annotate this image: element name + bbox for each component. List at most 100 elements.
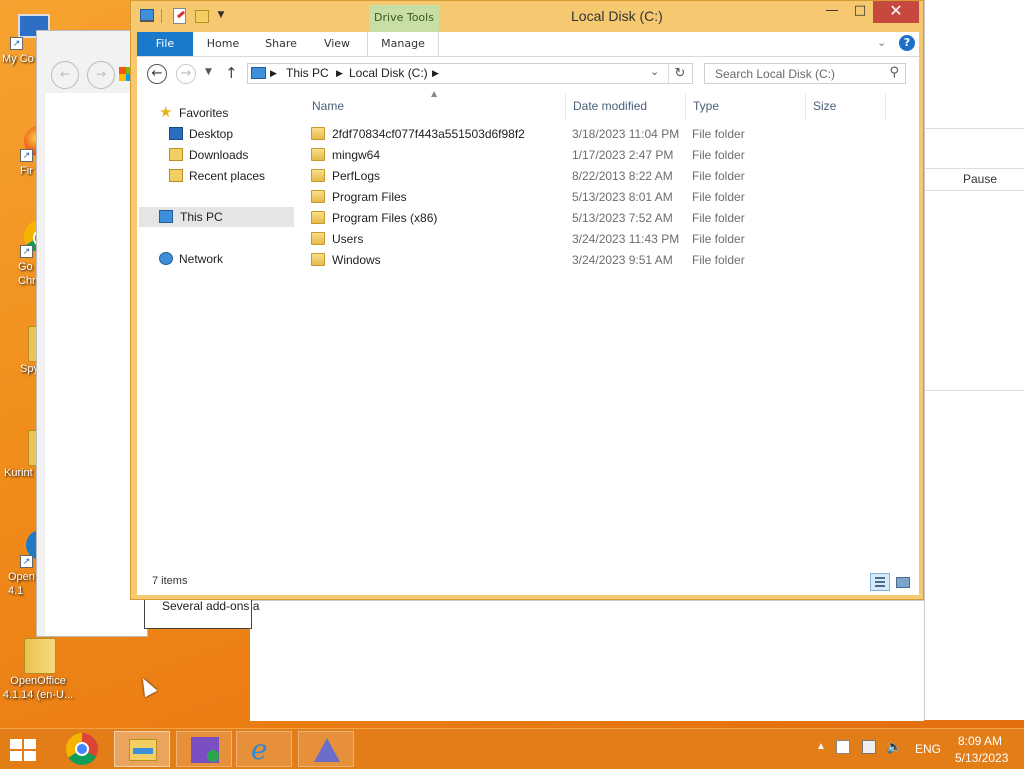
explorer-app-icon[interactable] [139, 7, 155, 23]
start-button[interactable] [6, 735, 40, 763]
properties-icon[interactable] [171, 7, 187, 24]
table-row[interactable]: mingw64 1/17/2023 2:47 PM File folder [309, 145, 909, 166]
new-folder-icon[interactable] [193, 7, 209, 23]
addons-text: Several add-ons a [162, 599, 260, 613]
nav-label: This PC [180, 210, 223, 224]
large-icons-view-icon[interactable] [892, 573, 912, 591]
explorer-content: ← → ▼ ↑ ▶ This PC ▶ Local Disk (C:) ▶ ⌄ … [137, 57, 919, 595]
column-separator[interactable] [565, 94, 566, 120]
nav-label: Desktop [189, 127, 234, 141]
expand-ribbon-chevron-icon[interactable]: ⌄ [877, 36, 886, 49]
help-icon[interactable]: ? [899, 35, 915, 51]
file-name: Program Files (x86) [332, 211, 438, 225]
column-header-size[interactable]: Size [813, 99, 836, 119]
taskbar-app[interactable] [298, 731, 354, 767]
table-row[interactable]: Users 3/24/2023 11:43 PM File folder [309, 229, 909, 250]
mouse-cursor-icon [136, 674, 158, 698]
back-arrow-icon[interactable]: ← [147, 64, 167, 84]
address-dropdown-chevron-icon[interactable]: ⌄ [650, 65, 659, 78]
file-type: File folder [692, 253, 745, 267]
background-window-right: Pause [924, 0, 1024, 720]
recent-locations-chevron-icon[interactable]: ▼ [205, 67, 212, 77]
breadcrumb-local-disk[interactable]: Local Disk (C:) [349, 66, 428, 80]
column-header-type[interactable]: Type [693, 99, 719, 119]
file-type: File folder [692, 127, 745, 141]
language-indicator[interactable]: ENG [915, 742, 941, 756]
network-status-icon[interactable] [862, 740, 876, 754]
search-input[interactable] [713, 66, 887, 82]
file-type: File folder [692, 148, 745, 162]
title-bar[interactable]: ▼ Drive Tools Local Disk (C:) — □ ✕ [131, 1, 923, 32]
breadcrumb-separator-icon[interactable]: ▶ [432, 68, 439, 79]
nav-downloads[interactable]: Downloads [169, 145, 289, 165]
breadcrumb-separator-icon[interactable]: ▶ [336, 68, 343, 79]
nav-label: Downloads [189, 148, 249, 162]
folder-icon [311, 211, 325, 224]
show-hidden-icons-chevron-icon[interactable]: ▲ [816, 741, 826, 752]
table-row[interactable]: Program Files (x86) 5/13/2023 7:52 AM Fi… [309, 208, 909, 229]
background-window-main [250, 600, 924, 721]
taskbar: e ▲ 🔈 ENG 8:09 AM 5/13/2023 [0, 728, 1024, 769]
column-separator[interactable] [685, 94, 686, 120]
column-separator[interactable] [885, 94, 886, 120]
minimize-button[interactable]: — [817, 1, 847, 23]
taskbar-file-explorer[interactable] [114, 731, 170, 767]
clock-date[interactable]: 5/13/2023 [955, 751, 1008, 765]
maximize-button[interactable]: □ [845, 1, 875, 23]
taskbar-chrome[interactable] [54, 731, 110, 767]
nav-network[interactable]: Network [159, 249, 289, 269]
breadcrumb-separator-icon[interactable]: ▶ [270, 68, 277, 79]
search-icon[interactable]: ⚲ [889, 65, 899, 80]
file-date: 1/17/2023 2:47 PM [572, 148, 674, 162]
pause-column-header[interactable]: Pause [963, 172, 997, 186]
navigation-pane: ★ Favorites Desktop Downloads Recent pla… [137, 91, 297, 561]
breadcrumb-this-pc[interactable]: This PC [286, 66, 329, 80]
network-icon [159, 252, 173, 265]
column-separator[interactable] [805, 94, 806, 120]
forward-button[interactable]: → [87, 61, 115, 89]
nav-recent-places[interactable]: Recent places [169, 166, 289, 186]
customize-qat-chevron-icon[interactable]: ▼ [213, 7, 229, 23]
qat-divider [161, 9, 162, 23]
tab-view[interactable]: View [309, 32, 365, 56]
volume-muted-icon[interactable]: 🔈 [886, 739, 902, 755]
forward-arrow-icon[interactable]: → [176, 64, 196, 84]
tab-share[interactable]: Share [253, 32, 309, 56]
nav-favorites[interactable]: ★ Favorites [159, 103, 289, 123]
ribbon-tabs: File Home Share View Manage ⌄ ? [137, 32, 919, 57]
folder-icon [311, 127, 325, 140]
file-explorer-window[interactable]: ▼ Drive Tools Local Disk (C:) — □ ✕ File… [130, 0, 924, 600]
tab-manage[interactable]: Manage [367, 32, 439, 56]
file-date: 3/24/2023 9:51 AM [572, 253, 673, 267]
folder-icon [311, 148, 325, 161]
column-header-name[interactable]: Name [312, 99, 344, 119]
nav-desktop[interactable]: Desktop [169, 124, 289, 144]
taskbar-internet-explorer[interactable]: e [236, 731, 292, 767]
table-row[interactable]: Windows 3/24/2023 9:51 AM File folder [309, 250, 909, 271]
downloads-icon [169, 148, 183, 161]
refresh-icon[interactable]: ↻ [668, 64, 691, 83]
file-date: 3/18/2023 11:04 PM [572, 127, 680, 141]
clock-time[interactable]: 8:09 AM [958, 734, 1002, 748]
desktop-icon-label: OpenOffice 4.1.14 (en-U... [2, 675, 74, 701]
close-button[interactable]: ✕ [873, 1, 919, 23]
table-row[interactable]: PerfLogs 8/22/2013 8:22 AM File folder [309, 166, 909, 187]
desktop-icon-openoffice-folder[interactable]: OpenOffice 4.1.14 (en-U... [0, 632, 78, 702]
item-count: 7 items [152, 575, 188, 587]
tab-home[interactable]: Home [195, 32, 251, 56]
up-arrow-icon[interactable]: ↑ [225, 64, 238, 82]
back-button[interactable]: ← [51, 61, 79, 89]
file-list: ▲ Name Date modified Type Size 2fdf70834… [309, 89, 915, 561]
action-center-flag-icon[interactable] [836, 740, 850, 754]
table-row[interactable]: 2fdf70834cf077f443a551503d6f98f2 3/18/20… [309, 124, 909, 145]
tab-file[interactable]: File [137, 32, 193, 56]
details-view-icon[interactable] [870, 573, 890, 591]
file-type: File folder [692, 169, 745, 183]
file-date: 5/13/2023 7:52 AM [572, 211, 673, 225]
taskbar-visual-studio-installer[interactable] [176, 731, 232, 767]
search-box[interactable]: ⚲ [704, 63, 906, 84]
column-header-date[interactable]: Date modified [573, 99, 647, 119]
table-row[interactable]: Program Files 5/13/2023 8:01 AM File fol… [309, 187, 909, 208]
address-bar[interactable]: ▶ This PC ▶ Local Disk (C:) ▶ ⌄ ↻ [247, 63, 693, 84]
nav-this-pc[interactable]: This PC [139, 207, 294, 227]
